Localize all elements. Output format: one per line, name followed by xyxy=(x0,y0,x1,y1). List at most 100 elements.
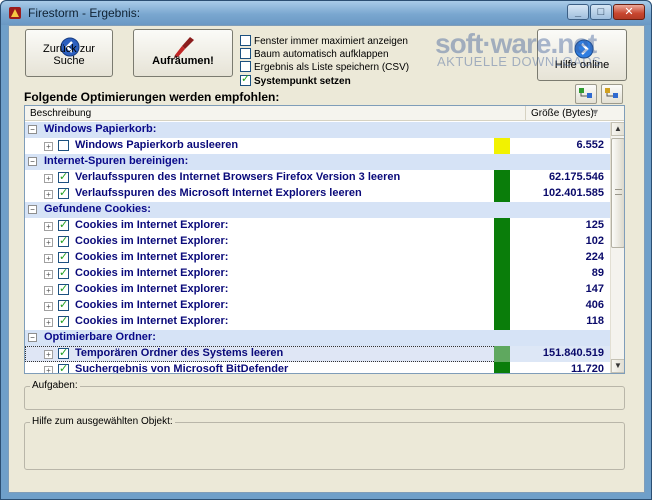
scroll-down-icon[interactable]: ▼ xyxy=(611,359,624,373)
back-to-search-label: Zurück zur Suche xyxy=(43,43,95,67)
list-header: Beschreibung Größe (Bytes): ▼ xyxy=(25,106,624,121)
item-checkbox[interactable] xyxy=(58,140,69,151)
window-title: Firestorm - Ergebnis: xyxy=(28,6,141,20)
list-item[interactable]: + Windows Papierkorb ausleeren 6.552 xyxy=(25,138,610,154)
list-item[interactable]: + Cookies im Internet Explorer: 406 xyxy=(25,298,610,314)
list-item[interactable]: + Temporären Ordner des Systems leeren 151… xyxy=(25,346,610,362)
item-checkbox[interactable] xyxy=(58,218,69,231)
expand-toggle-icon[interactable]: + xyxy=(44,350,53,359)
expand-toggle-icon[interactable]: + xyxy=(44,254,53,263)
item-size-value: 6.552 xyxy=(576,139,604,151)
item-checkbox[interactable] xyxy=(58,282,69,295)
item-checkbox[interactable] xyxy=(58,250,69,263)
recommendations-label: Folgende Optimierungen werden empfohlen: xyxy=(24,90,280,104)
list-item[interactable]: + Cookies im Internet Explorer: 118 xyxy=(25,314,610,330)
item-label: Temporären Ordner des Systems leeren xyxy=(75,347,284,359)
item-checkbox[interactable] xyxy=(58,298,69,311)
status-indicator xyxy=(494,186,510,202)
client-area: Zurück zur Suche Aufräumen! Fenster imme… xyxy=(8,25,645,493)
vertical-scrollbar[interactable]: ▲ ▼ xyxy=(610,122,624,373)
category-row[interactable]: − Gefundene Cookies: xyxy=(25,202,610,218)
help-group: Hilfe zum ausgewählten Objekt: xyxy=(24,416,625,470)
cleanup-button[interactable]: Aufräumen! xyxy=(133,29,233,77)
list-item[interactable]: + Cookies im Internet Explorer: 125 xyxy=(25,218,610,234)
category-label: Windows Papierkorb: xyxy=(44,123,157,135)
option-maximized-checkbox[interactable] xyxy=(240,35,251,46)
category-row[interactable]: − Internet-Spuren bereinigen: xyxy=(25,154,610,170)
item-size-value: 102.401.585 xyxy=(542,187,604,199)
list-item[interactable]: + Verlaufsspuren des Internet Browsers Fi… xyxy=(25,170,610,186)
expand-toggle-icon[interactable]: + xyxy=(44,190,53,199)
title-bar[interactable]: Firestorm - Ergebnis: _ □ ✕ xyxy=(1,1,651,25)
option-restore-point[interactable]: Systempunkt setzen xyxy=(240,73,351,88)
minimize-button[interactable]: _ xyxy=(567,4,589,20)
status-indicator xyxy=(494,346,510,362)
option-save-csv[interactable]: Ergebnis als Liste speichern (CSV) xyxy=(240,61,409,74)
collapse-toggle-icon[interactable]: − xyxy=(28,333,37,342)
expand-toggle-icon[interactable]: + xyxy=(44,286,53,295)
option-save-csv-checkbox[interactable] xyxy=(240,61,251,72)
expand-toggle-icon[interactable]: + xyxy=(44,318,53,327)
collapse-toggle-icon[interactable]: − xyxy=(28,157,37,166)
status-indicator xyxy=(494,266,510,282)
optimization-list[interactable]: Beschreibung Größe (Bytes): ▼ − Windows P… xyxy=(24,105,625,374)
item-label: Cookies im Internet Explorer: xyxy=(75,299,229,311)
header-size[interactable]: Größe (Bytes): xyxy=(531,108,597,119)
list-item[interactable]: + Cookies im Internet Explorer: 224 xyxy=(25,250,610,266)
help-object-label: Hilfe zum ausgewählten Objekt: xyxy=(30,416,175,427)
item-checkbox[interactable] xyxy=(58,170,69,183)
collapse-all-button[interactable] xyxy=(601,84,623,104)
item-label: Verlaufsspuren des Internet Browsers Fir… xyxy=(75,171,401,183)
expand-toggle-icon[interactable]: + xyxy=(44,270,53,279)
item-checkbox[interactable] xyxy=(58,234,69,247)
list-item[interactable]: + Suchergebnis von Microsoft BitDefender 1… xyxy=(25,362,610,374)
list-item[interactable]: + Verlaufsspuren des Microsoft Internet E… xyxy=(25,186,610,202)
item-checkbox[interactable] xyxy=(58,346,69,359)
status-indicator xyxy=(494,250,510,266)
item-label: Windows Papierkorb ausleeren xyxy=(75,139,239,151)
header-description[interactable]: Beschreibung xyxy=(30,108,91,119)
list-rows: − Windows Papierkorb: + Windows Papierkorb … xyxy=(25,122,610,374)
list-item[interactable]: + Cookies im Internet Explorer: 147 xyxy=(25,282,610,298)
item-checkbox[interactable] xyxy=(58,362,69,373)
item-size-value: 406 xyxy=(585,299,604,311)
status-indicator xyxy=(494,218,510,234)
option-restore-point-checkbox[interactable] xyxy=(240,73,251,86)
expand-toggle-icon[interactable]: + xyxy=(44,142,53,151)
expand-toggle-icon[interactable]: + xyxy=(44,174,53,183)
collapse-tree-icon xyxy=(605,88,618,98)
item-label: Cookies im Internet Explorer: xyxy=(75,267,229,279)
category-row[interactable]: − Windows Papierkorb: xyxy=(25,122,610,138)
item-label: Verlaufsspuren des Microsoft Internet Ex… xyxy=(75,187,362,199)
status-indicator xyxy=(494,282,510,298)
maximize-button[interactable]: □ xyxy=(590,4,612,20)
header-separator xyxy=(525,106,526,121)
scroll-grip-icon xyxy=(615,189,622,195)
collapse-toggle-icon[interactable]: − xyxy=(28,125,37,134)
item-checkbox[interactable] xyxy=(58,314,69,327)
expand-toggle-icon[interactable]: + xyxy=(44,238,53,247)
category-row[interactable]: − Optimierbare Ordner: xyxy=(25,330,610,346)
item-size-value: 147 xyxy=(585,283,604,295)
expand-toggle-icon[interactable]: + xyxy=(44,222,53,231)
tasks-label: Aufgaben: xyxy=(30,380,80,391)
category-label: Gefundene Cookies: xyxy=(44,203,151,215)
option-auto-expand[interactable]: Baum automatisch aufklappen xyxy=(240,48,389,61)
scroll-up-icon[interactable]: ▲ xyxy=(611,122,624,136)
item-size-value: 125 xyxy=(585,219,604,231)
expand-all-button[interactable] xyxy=(575,84,597,104)
option-auto-expand-checkbox[interactable] xyxy=(240,48,251,59)
close-button[interactable]: ✕ xyxy=(613,4,645,20)
item-checkbox[interactable] xyxy=(58,266,69,279)
item-label: Suchergebnis von Microsoft BitDefender xyxy=(75,363,289,374)
item-checkbox[interactable] xyxy=(58,186,69,199)
list-item[interactable]: + Cookies im Internet Explorer: 102 xyxy=(25,234,610,250)
option-maximized[interactable]: Fenster immer maximiert anzeigen xyxy=(240,35,408,48)
expand-toggle-icon[interactable]: + xyxy=(44,302,53,311)
status-indicator xyxy=(494,234,510,250)
back-to-search-button[interactable]: Zurück zur Suche xyxy=(25,29,113,77)
scroll-thumb[interactable] xyxy=(611,138,624,248)
collapse-toggle-icon[interactable]: − xyxy=(28,205,37,214)
expand-toggle-icon[interactable]: + xyxy=(44,366,53,373)
list-item[interactable]: + Cookies im Internet Explorer: 89 xyxy=(25,266,610,282)
